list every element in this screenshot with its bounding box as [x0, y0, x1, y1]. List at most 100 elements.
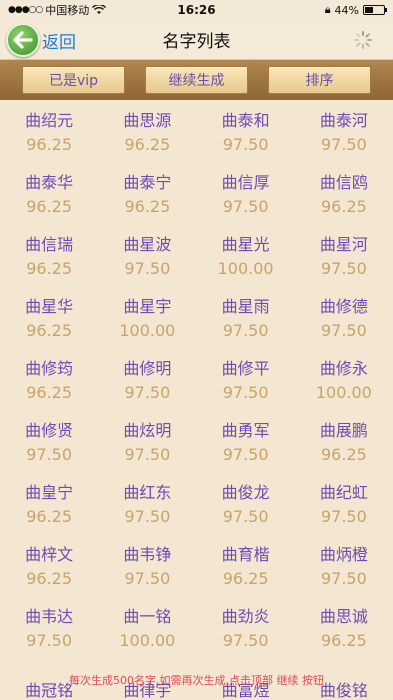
status-left: ●●●○○ 中国移动	[8, 2, 107, 18]
score-text: 96.25	[26, 259, 73, 278]
sort-button[interactable]: 排序	[268, 66, 371, 94]
name-cell[interactable]: 曲泰河 97.50	[295, 102, 393, 164]
name-text: 曲勇军	[221, 421, 270, 440]
page-title: 名字列表	[162, 32, 231, 52]
name-cell[interactable]: 曲育楷 96.25	[197, 536, 295, 598]
name-cell[interactable]: 曲信厚 97.50	[197, 164, 295, 226]
name-cell[interactable]: 曲星宇 100.00	[98, 288, 196, 350]
score-text: 97.50	[320, 321, 367, 340]
name-cell[interactable]: 曲泰和 97.50	[197, 102, 295, 164]
name-cell[interactable]: 曲思诚 96.25	[295, 598, 393, 660]
name-cell[interactable]: 曲星光 100.00	[197, 226, 295, 288]
score-text: 97.50	[320, 569, 367, 588]
name-cell[interactable]: 曲梓文 96.25	[0, 536, 98, 598]
score-text: 100.00	[119, 321, 176, 340]
name-cell[interactable]: 曲修永 100.00	[295, 350, 393, 412]
score-text: 96.25	[320, 197, 367, 216]
name-text: 曲展鹏	[319, 421, 368, 440]
name-cell[interactable]: 曲律宇	[98, 660, 196, 700]
nav-bar: 返回 名字列表	[0, 20, 393, 60]
name-cell[interactable]: 曲修贤 97.50	[0, 412, 98, 474]
name-text: 曲信鸥	[319, 173, 368, 192]
name-text: 曲梓文	[25, 545, 74, 564]
score-text: 100.00	[217, 259, 274, 278]
name-text: 曲修贤	[25, 421, 74, 440]
name-text: 曲信厚	[221, 173, 270, 192]
name-text: 曲炳橙	[319, 545, 368, 564]
name-text: 曲韦铮	[123, 545, 172, 564]
name-cell[interactable]: 曲思源 96.25	[98, 102, 196, 164]
name-cell[interactable]: 曲星河 97.50	[295, 226, 393, 288]
name-cell[interactable]: 曲一铭 100.00	[98, 598, 196, 660]
name-text: 曲修筠	[25, 359, 74, 378]
score-text: 96.25	[26, 569, 73, 588]
name-text: 曲泰华	[25, 173, 74, 192]
score-text: 97.50	[26, 445, 73, 464]
name-cell[interactable]: 曲星雨 97.50	[197, 288, 295, 350]
name-text: 曲修明	[123, 359, 172, 378]
score-text: 97.50	[320, 135, 367, 154]
score-text: 97.50	[124, 383, 171, 402]
name-cell[interactable]: 曲韦铮 97.50	[98, 536, 196, 598]
name-cell[interactable]: 曲炳橙 97.50	[295, 536, 393, 598]
score-text: 97.50	[124, 259, 171, 278]
name-text: 曲一铭	[123, 607, 172, 626]
name-text: 曲红东	[123, 483, 172, 502]
name-cell[interactable]: 曲星波 97.50	[98, 226, 196, 288]
name-text: 曲星雨	[221, 297, 270, 316]
status-right: 🔒︎ 44%	[325, 3, 387, 17]
name-text: 曲星宇	[123, 297, 172, 316]
score-text: 96.25	[26, 507, 73, 526]
loading-spinner-icon	[354, 31, 372, 49]
name-cell[interactable]: 曲韦达 97.50	[0, 598, 98, 660]
name-cell[interactable]: 曲纪虹 97.50	[295, 474, 393, 536]
back-button[interactable]: 返回	[6, 22, 76, 58]
name-cell[interactable]: 曲绍元 96.25	[0, 102, 98, 164]
score-text: 97.50	[222, 507, 269, 526]
name-cell[interactable]: 曲信鸥 96.25	[295, 164, 393, 226]
score-text: 96.25	[26, 197, 73, 216]
name-cell[interactable]: 曲修德 97.50	[295, 288, 393, 350]
name-list[interactable]: 曲绍元 96.25 曲思源 96.25 曲泰和 97.50 曲泰河 97.50 曲泰华 96.25…	[0, 100, 393, 700]
name-cell[interactable]: 曲勇军 97.50	[197, 412, 295, 474]
name-cell[interactable]: 曲信瑞 96.25	[0, 226, 98, 288]
name-cell[interactable]: 曲泰宁 96.25	[98, 164, 196, 226]
name-cell[interactable]: 曲红东 97.50	[98, 474, 196, 536]
name-cell[interactable]: 曲泰华 96.25	[0, 164, 98, 226]
vip-button[interactable]: 已是vip	[22, 66, 125, 94]
score-text: 100.00	[119, 631, 176, 650]
battery-percent: 44%	[334, 3, 359, 17]
score-text: 97.50	[222, 197, 269, 216]
name-text: 曲劲炎	[221, 607, 270, 626]
continue-generate-button[interactable]: 继续生成	[145, 66, 248, 94]
back-arrow-icon	[6, 23, 40, 57]
name-text: 曲泰和	[221, 111, 270, 130]
score-text: 96.25	[320, 631, 367, 650]
wifi-icon	[92, 5, 107, 14]
name-cell[interactable]: 曲炫明 97.50	[98, 412, 196, 474]
name-text: 曲皇宁	[25, 483, 74, 502]
name-cell[interactable]: 曲修明 97.50	[98, 350, 196, 412]
name-cell[interactable]: 曲俊铭	[295, 660, 393, 700]
score-text: 96.25	[222, 569, 269, 588]
name-text: 曲韦达	[25, 607, 74, 626]
score-text: 97.50	[222, 631, 269, 650]
name-cell[interactable]: 曲星华 96.25	[0, 288, 98, 350]
name-text: 曲纪虹	[319, 483, 368, 502]
name-cell[interactable]: 曲劲炎 97.50	[197, 598, 295, 660]
name-cell[interactable]: 曲冠铭	[0, 660, 98, 700]
score-text: 97.50	[320, 259, 367, 278]
name-cell[interactable]: 曲富煜	[197, 660, 295, 700]
score-text: 97.50	[124, 507, 171, 526]
battery-fill	[365, 7, 373, 13]
name-text: 曲俊龙	[221, 483, 270, 502]
score-text: 100.00	[315, 383, 372, 402]
name-cell[interactable]: 曲皇宁 96.25	[0, 474, 98, 536]
name-cell[interactable]: 曲展鹏 96.25	[295, 412, 393, 474]
name-cell[interactable]: 曲俊龙 97.50	[197, 474, 295, 536]
name-text: 曲星华	[25, 297, 74, 316]
name-text: 曲星河	[319, 235, 368, 254]
score-text: 97.50	[222, 135, 269, 154]
name-cell[interactable]: 曲修筠 96.25	[0, 350, 98, 412]
name-cell[interactable]: 曲修平 97.50	[197, 350, 295, 412]
